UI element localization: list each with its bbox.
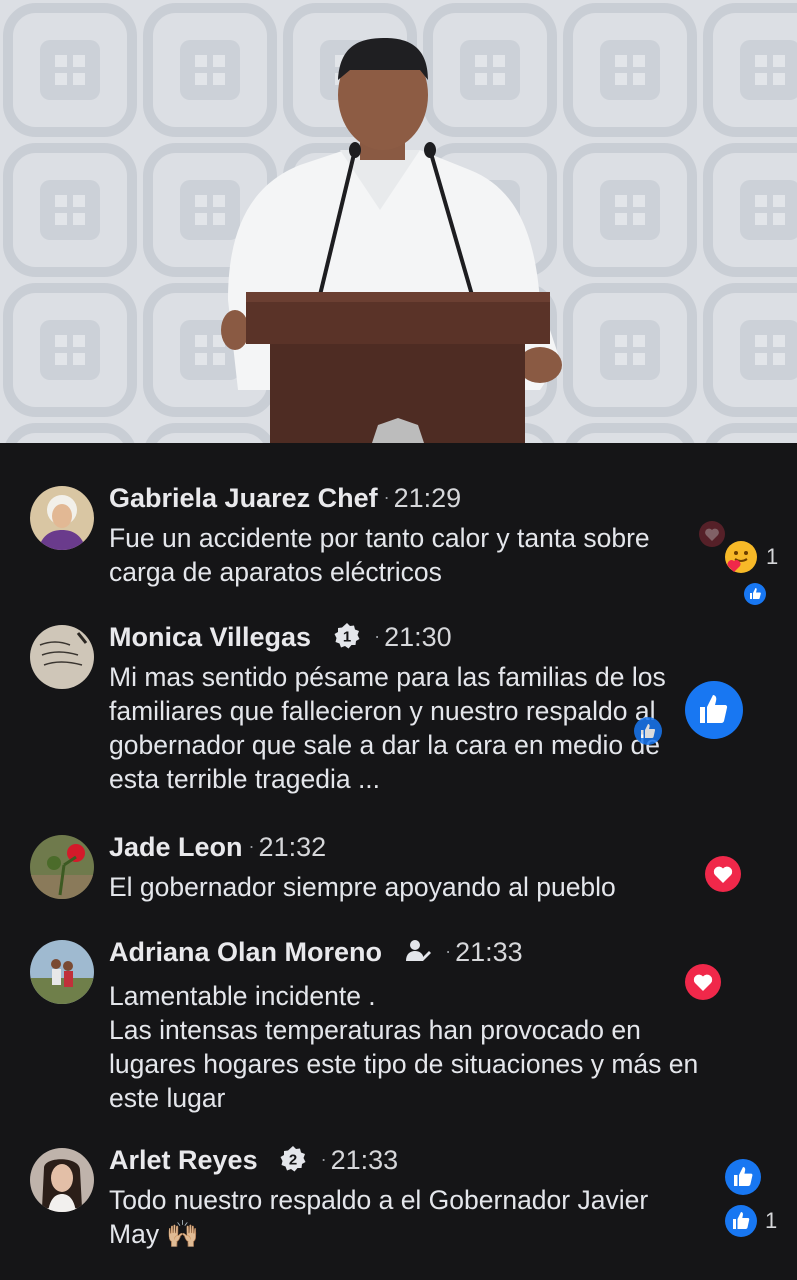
comment-header: Monica Villegas 1 · 21:30 xyxy=(109,619,452,654)
svg-text:2: 2 xyxy=(289,1152,297,1169)
avatar[interactable] xyxy=(30,625,94,689)
separator: · xyxy=(320,1149,327,1169)
love-reaction-icon xyxy=(705,856,741,892)
like-reaction-icon xyxy=(725,1205,757,1237)
svg-text:1: 1 xyxy=(342,629,350,646)
separator: · xyxy=(248,836,255,856)
comment-text: Mi mas sentido pésame para las familias … xyxy=(109,662,666,794)
commenter-name[interactable]: Arlet Reyes xyxy=(109,1145,258,1175)
contributor-badge-icon xyxy=(405,940,431,961)
comment-header: Jade Leon · 21:32 xyxy=(109,829,326,864)
commenter-name[interactable]: Jade Leon xyxy=(109,832,243,862)
comment-text: Lamentable incidente . Las intensas temp… xyxy=(109,981,699,1113)
comment-header: Arlet Reyes 2 · 21:33 xyxy=(109,1142,398,1177)
avatar[interactable] xyxy=(30,940,94,1004)
video-image xyxy=(0,0,797,443)
like-icon xyxy=(744,583,766,605)
comments-panel: Gabriela Juarez Chef · 21:29 Fue un accide… xyxy=(0,443,797,1280)
live-video-frame[interactable] xyxy=(0,0,797,443)
avatar[interactable] xyxy=(30,486,94,550)
care-reaction-icon xyxy=(725,541,757,573)
comment-time: 21:33 xyxy=(330,1145,399,1175)
top-fan-badge-icon: 2 xyxy=(280,1146,306,1172)
comment-text: El gobernador siempre apoyando al pueblo xyxy=(109,872,616,902)
separator: · xyxy=(445,941,452,961)
comment-header: Adriana Olan Moreno · 21:33 xyxy=(109,934,523,969)
avatar[interactable] xyxy=(30,835,94,899)
commenter-name[interactable]: Monica Villegas xyxy=(109,622,311,652)
reaction-count: 1 xyxy=(765,1208,778,1233)
comment-text: Fue un accidente por tanto calor y tanta… xyxy=(109,523,650,587)
reaction-count: 1 xyxy=(766,544,779,569)
heart-reaction-icon xyxy=(699,521,725,547)
separator: · xyxy=(383,487,390,507)
comment-time: 21:29 xyxy=(393,483,462,513)
commenter-name[interactable]: Gabriela Juarez Chef xyxy=(109,483,378,513)
floating-like-icon xyxy=(634,717,662,745)
love-reaction-icon xyxy=(685,964,721,1000)
top-fan-badge-icon: 1 xyxy=(334,623,360,649)
floating-like-icon xyxy=(685,681,743,739)
avatar[interactable] xyxy=(30,1148,94,1212)
comment-header: Gabriela Juarez Chef · 21:29 xyxy=(109,480,461,515)
comment-time: 21:30 xyxy=(384,622,452,652)
separator: · xyxy=(374,626,381,646)
commenter-name[interactable]: Adriana Olan Moreno xyxy=(109,937,382,967)
like-reaction-icon xyxy=(725,1159,761,1195)
comment-text: Todo nuestro respaldo a el Gobernador Ja… xyxy=(109,1185,649,1249)
comment-time: 21:32 xyxy=(258,832,327,862)
comment-time: 21:33 xyxy=(455,937,523,967)
